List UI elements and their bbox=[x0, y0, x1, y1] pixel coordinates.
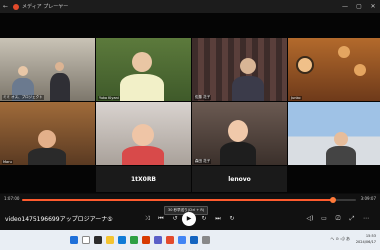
participant-name: lenovo bbox=[228, 175, 251, 183]
elapsed-time: 1:07:00 bbox=[4, 196, 20, 201]
play-button[interactable]: ▶ bbox=[182, 212, 196, 226]
edge-icon[interactable] bbox=[118, 236, 126, 244]
task-view-icon[interactable] bbox=[94, 236, 102, 244]
file-explorer-icon[interactable] bbox=[106, 236, 114, 244]
participant-name: ミミ オス、プロジェクト bbox=[2, 95, 44, 100]
app-icon bbox=[13, 3, 19, 10]
participant-tile: Junko bbox=[288, 38, 380, 101]
repeat-icon[interactable]: ↻ bbox=[227, 214, 237, 224]
media-player-icon[interactable] bbox=[166, 236, 174, 244]
seek-thumb[interactable] bbox=[329, 197, 336, 203]
participant-tile: Maru bbox=[0, 102, 95, 165]
chrome-icon[interactable] bbox=[178, 236, 186, 244]
system-tray-icons[interactable]: へ ⊙ ◁) あ bbox=[330, 236, 350, 242]
media-player-window: ← メディア プレーヤー — ▢ ✕ ミミ オス、プロジェクト Yuko Kiy… bbox=[0, 0, 380, 250]
media-title: video1475196699アップロジアーナ⑤ bbox=[5, 216, 113, 223]
seek-bar[interactable] bbox=[22, 197, 356, 203]
participant-tile: 佐藤 花子 bbox=[192, 38, 287, 101]
back-arrow-icon[interactable]: ← bbox=[3, 3, 11, 10]
minimize-button[interactable]: — bbox=[338, 3, 352, 10]
shuffle-icon[interactable]: ⤨ bbox=[142, 214, 152, 224]
participant-tile: Yuko Kiyani bbox=[96, 38, 191, 101]
zoom-icon[interactable] bbox=[190, 236, 198, 244]
participant-tile: lenovo bbox=[192, 166, 287, 192]
app-icon[interactable] bbox=[202, 236, 210, 244]
participant-tile bbox=[288, 102, 380, 165]
next-icon[interactable]: ⏭ bbox=[213, 214, 223, 224]
office-icon[interactable] bbox=[142, 236, 150, 244]
start-icon[interactable] bbox=[70, 236, 78, 244]
fullscreen-icon[interactable]: ⤢ bbox=[347, 214, 357, 224]
participant-name: 森田 花子 bbox=[194, 159, 212, 164]
participant-tile: 1tX0RB bbox=[96, 166, 191, 192]
more-icon[interactable]: ⋯ bbox=[361, 214, 371, 224]
participant-name: 1tX0RB bbox=[130, 175, 157, 183]
participant-name: Maru bbox=[2, 160, 13, 164]
taskbar: へ ⊙ ◁) あ 15:53 2024/06/17 bbox=[0, 230, 380, 250]
clock[interactable]: 15:53 2024/06/17 bbox=[356, 233, 376, 245]
teams-icon[interactable] bbox=[154, 236, 162, 244]
video-frame[interactable]: ミミ オス、プロジェクト Yuko Kiyani 佐藤 花子 Junko Mar… bbox=[0, 13, 380, 193]
participant-tile: 森田 花子 bbox=[192, 102, 287, 165]
clock-date: 2024/06/17 bbox=[355, 240, 376, 244]
participant-name: Junko bbox=[290, 96, 302, 100]
participant-name: 佐藤 花子 bbox=[194, 95, 212, 100]
rewind-icon[interactable]: ↺ bbox=[170, 214, 180, 224]
participant-tile bbox=[96, 102, 191, 165]
total-time: 3:09:07 bbox=[360, 196, 376, 201]
control-bar: video1475196699アップロジアーナ⑤ 30 秒早送り(Ctrl + … bbox=[0, 206, 380, 230]
cast-icon[interactable]: ⎚ bbox=[333, 214, 343, 224]
maximize-button[interactable]: ▢ bbox=[352, 3, 366, 10]
previous-icon[interactable]: ⏮ bbox=[156, 214, 166, 224]
participant-name: Yuko Kiyani bbox=[98, 96, 120, 100]
title-bar: ← メディア プレーヤー — ▢ ✕ bbox=[0, 0, 380, 13]
seek-progress bbox=[22, 199, 333, 201]
volume-icon[interactable]: ◁) bbox=[305, 214, 315, 224]
search-icon[interactable] bbox=[82, 236, 90, 244]
subtitles-icon[interactable]: ▭ bbox=[319, 214, 329, 224]
participant-tile: ミミ オス、プロジェクト bbox=[0, 38, 95, 101]
store-icon[interactable] bbox=[130, 236, 138, 244]
fast-forward-icon[interactable]: ↻ bbox=[199, 214, 209, 224]
close-button[interactable]: ✕ bbox=[366, 3, 380, 10]
window-title: メディア プレーヤー bbox=[22, 4, 69, 10]
